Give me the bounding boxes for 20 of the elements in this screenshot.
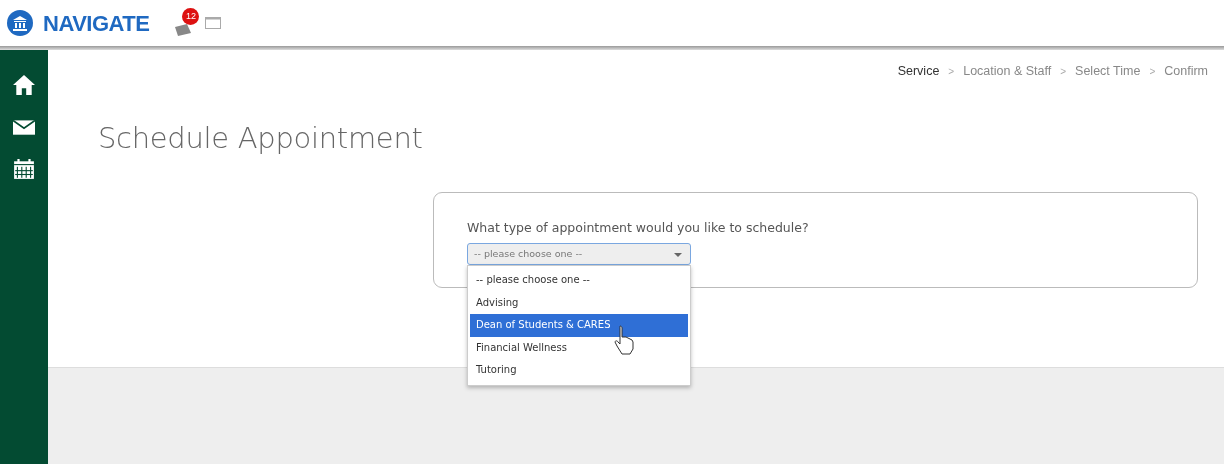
dropdown-option[interactable]: Advising bbox=[470, 291, 688, 314]
dropdown-option[interactable]: -- please choose one -- bbox=[470, 269, 688, 292]
page-title: Schedule Appointment bbox=[98, 119, 424, 157]
dropdown-option[interactable]: Dean of Students & CARES bbox=[470, 314, 688, 337]
breadcrumb-separator: > bbox=[1149, 64, 1156, 79]
question-label: What type of appointment would you like to schedule? bbox=[467, 219, 810, 238]
breadcrumb-step[interactable]: Service bbox=[897, 62, 940, 81]
dropdown-option[interactable]: Financial Wellness bbox=[470, 336, 688, 359]
breadcrumb-step[interactable]: Location & Staff bbox=[963, 62, 1052, 81]
dropdown-option[interactable]: Tutoring bbox=[470, 359, 688, 382]
pointer-cursor-icon bbox=[614, 325, 636, 355]
breadcrumb-separator: > bbox=[948, 64, 955, 79]
logo-icon bbox=[7, 10, 33, 36]
logo[interactable]: NAVIGATE bbox=[43, 6, 150, 40]
calendar-icon[interactable] bbox=[13, 158, 35, 180]
notification-badge: 12 bbox=[182, 8, 200, 25]
breadcrumb-separator: > bbox=[1060, 64, 1067, 79]
breadcrumb-step[interactable]: Confirm bbox=[1164, 62, 1208, 81]
home-icon[interactable] bbox=[13, 74, 35, 96]
breadcrumb-step[interactable]: Select Time bbox=[1075, 62, 1141, 81]
